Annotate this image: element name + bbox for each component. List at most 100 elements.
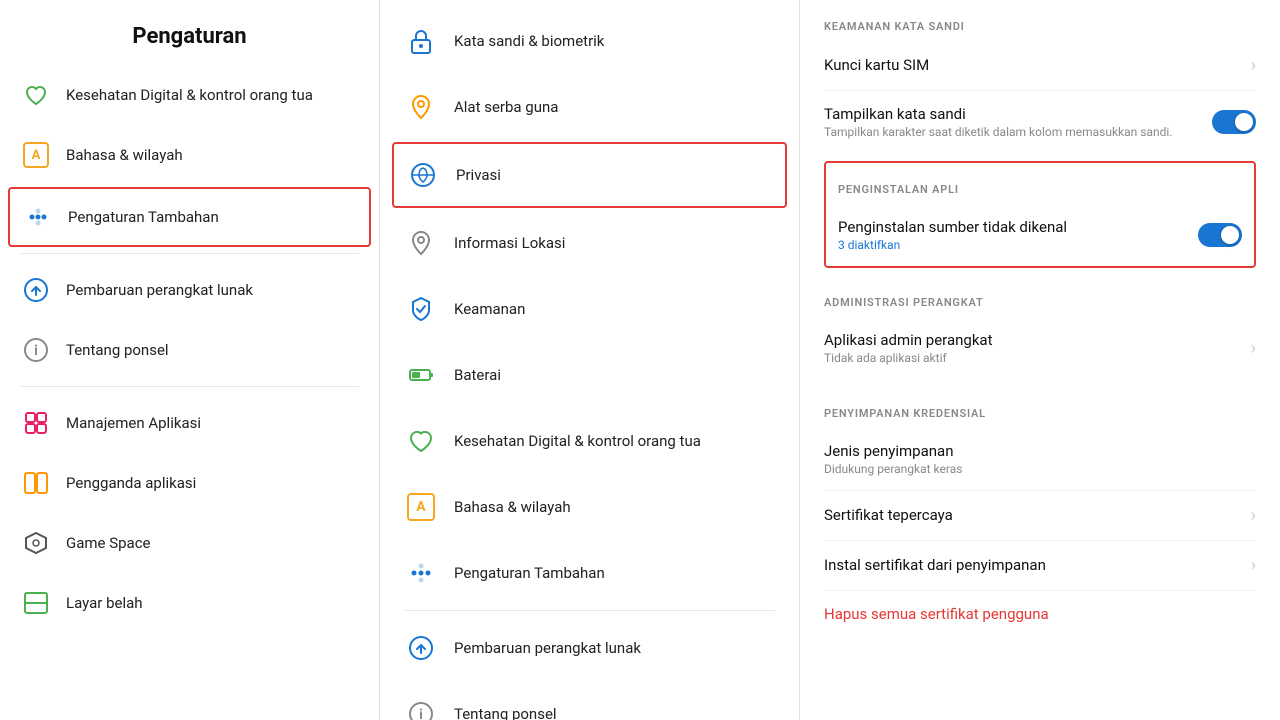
mid-item-baterai[interactable]: Baterai bbox=[380, 342, 799, 408]
heart2-icon bbox=[404, 424, 438, 458]
mid-label-digital-health2: Kesehatan Digital & kontrol orang tua bbox=[454, 432, 701, 450]
arrow-up-icon bbox=[20, 274, 52, 306]
sidebar-item-dual-app[interactable]: Pengganda aplikasi bbox=[0, 453, 379, 513]
mid-item-privasi[interactable]: Privasi bbox=[392, 142, 787, 208]
section-keamanan-kata-sandi: KEAMANAN KATA SANDI Kunci kartu SIM › Ta… bbox=[824, 0, 1256, 153]
right-item-hapus-sertifikat[interactable]: Hapus semua sertifikat pengguna bbox=[824, 591, 1256, 639]
mid-label-privasi: Privasi bbox=[456, 166, 501, 184]
grid-icon bbox=[20, 407, 52, 439]
right-column: KEAMANAN KATA SANDI Kunci kartu SIM › Ta… bbox=[800, 0, 1280, 720]
sidebar-label-extra-settings: Pengaturan Tambahan bbox=[68, 208, 219, 226]
right-item-sumber-tidak-dikenal[interactable]: Penginstalan sumber tidak dikenal 3 diak… bbox=[838, 204, 1242, 266]
chevron-right-icon: › bbox=[1251, 55, 1256, 76]
shield-icon bbox=[404, 292, 438, 326]
section-header-penyimpanan: PENYIMPANAN KREDENSIAL bbox=[824, 387, 1256, 428]
mid-item-extra2[interactable]: Pengaturan Tambahan bbox=[380, 540, 799, 606]
mid-column: Kata sandi & biometrik Alat serba guna P… bbox=[380, 0, 800, 720]
svg-text:i: i bbox=[419, 707, 423, 720]
sidebar-item-game-space[interactable]: Game Space bbox=[0, 513, 379, 573]
right-item-sertifikat-tepercaya[interactable]: Sertifikat tepercaya › bbox=[824, 491, 1256, 541]
sidebar-label-digital-health: Kesehatan Digital & kontrol orang tua bbox=[66, 86, 313, 104]
battery-icon bbox=[404, 358, 438, 392]
sidebar-label-split-screen: Layar belah bbox=[66, 594, 143, 612]
page-title: Pengaturan bbox=[0, 0, 379, 65]
info-icon: i bbox=[20, 334, 52, 366]
section-penyimpanan-kredensial: PENYIMPANAN KREDENSIAL Jenis penyimpanan… bbox=[824, 387, 1256, 639]
mid-label-kata-sandi: Kata sandi & biometrik bbox=[454, 32, 604, 50]
heart-icon bbox=[20, 79, 52, 111]
mid-divider-1 bbox=[404, 610, 775, 611]
dual-icon bbox=[20, 467, 52, 499]
divider-1 bbox=[20, 253, 359, 254]
mid-label-keamanan: Keamanan bbox=[454, 300, 525, 318]
split-icon bbox=[20, 587, 52, 619]
dots-icon bbox=[22, 201, 54, 233]
sertifikat-tepercaya-title: Sertifikat tepercaya bbox=[824, 506, 953, 524]
tampilkan-sandi-toggle[interactable] bbox=[1212, 110, 1256, 134]
jenis-penyimpanan-sub: Didukung perangkat keras bbox=[824, 462, 962, 476]
privacy-icon bbox=[406, 158, 440, 192]
sidebar-label-dual-app: Pengganda aplikasi bbox=[66, 474, 196, 492]
mid-item-lokasi[interactable]: Informasi Lokasi bbox=[380, 210, 799, 276]
tampilkan-sandi-sub: Tampilkan karakter saat diketik dalam ko… bbox=[824, 125, 1172, 139]
left-column: Pengaturan Kesehatan Digital & kontrol o… bbox=[0, 0, 380, 720]
mid-item-kata-sandi[interactable]: Kata sandi & biometrik bbox=[380, 8, 799, 74]
game-icon bbox=[20, 527, 52, 559]
chevron-right-icon-2: › bbox=[1251, 338, 1256, 359]
kunci-sim-title: Kunci kartu SIM bbox=[824, 56, 929, 74]
mid-label-language2: Bahasa & wilayah bbox=[454, 498, 571, 516]
info2-icon: i bbox=[404, 697, 438, 720]
sumber-tidak-dikenal-title: Penginstalan sumber tidak dikenal bbox=[838, 218, 1067, 236]
section-penginstalan-apli: PENGINSTALAN APLI Penginstalan sumber ti… bbox=[824, 161, 1256, 268]
section-header-keamanan: KEAMANAN KATA SANDI bbox=[824, 0, 1256, 41]
sidebar-item-digital-health[interactable]: Kesehatan Digital & kontrol orang tua bbox=[0, 65, 379, 125]
sidebar-label-app-management: Manajemen Aplikasi bbox=[66, 414, 201, 432]
sidebar-item-app-management[interactable]: Manajemen Aplikasi bbox=[0, 393, 379, 453]
sidebar-item-split-screen[interactable]: Layar belah bbox=[0, 573, 379, 633]
right-item-jenis-penyimpanan[interactable]: Jenis penyimpanan Didukung perangkat ker… bbox=[824, 428, 1256, 491]
mid-label-lokasi: Informasi Lokasi bbox=[454, 234, 565, 252]
mid-item-keamanan[interactable]: Keamanan bbox=[380, 276, 799, 342]
mid-item-language2[interactable]: A Bahasa & wilayah bbox=[380, 474, 799, 540]
section-header-penginstalan: PENGINSTALAN APLI bbox=[838, 163, 1242, 204]
mid-item-about2[interactable]: i Tentang ponsel bbox=[380, 681, 799, 720]
mid-label-about2: Tentang ponsel bbox=[454, 705, 557, 720]
sidebar-label-about: Tentang ponsel bbox=[66, 341, 169, 359]
sidebar-item-extra-settings[interactable]: Pengaturan Tambahan bbox=[8, 187, 371, 247]
lock-icon bbox=[404, 24, 438, 58]
sidebar-item-about[interactable]: i Tentang ponsel bbox=[0, 320, 379, 380]
mid-item-digital-health2[interactable]: Kesehatan Digital & kontrol orang tua bbox=[380, 408, 799, 474]
right-item-tampilkan-sandi[interactable]: Tampilkan kata sandi Tampilkan karakter … bbox=[824, 91, 1256, 153]
sidebar-label-language: Bahasa & wilayah bbox=[66, 146, 183, 164]
mid-label-baterai: Baterai bbox=[454, 366, 501, 384]
mid-item-alat-serba[interactable]: Alat serba guna bbox=[380, 74, 799, 140]
language2-icon: A bbox=[404, 490, 438, 524]
mid-item-software2[interactable]: Pembaruan perangkat lunak bbox=[380, 615, 799, 681]
sidebar-item-software-update[interactable]: Pembaruan perangkat lunak bbox=[0, 260, 379, 320]
sumber-tidak-dikenal-toggle[interactable] bbox=[1198, 223, 1242, 247]
svg-text:i: i bbox=[34, 343, 38, 359]
location-orange-icon bbox=[404, 90, 438, 124]
location-icon bbox=[404, 226, 438, 260]
sidebar-label-software-update: Pembaruan perangkat lunak bbox=[66, 281, 253, 299]
sidebar-item-language[interactable]: A Bahasa & wilayah bbox=[0, 125, 379, 185]
right-item-admin-app[interactable]: Aplikasi admin perangkat Tidak ada aplik… bbox=[824, 317, 1256, 379]
mid-label-software2: Pembaruan perangkat lunak bbox=[454, 639, 641, 657]
admin-app-sub: Tidak ada aplikasi aktif bbox=[824, 351, 993, 365]
arrow-up2-icon bbox=[404, 631, 438, 665]
section-header-administrasi: ADMINISTRASI PERANGKAT bbox=[824, 276, 1256, 317]
hapus-sertifikat-title: Hapus semua sertifikat pengguna bbox=[824, 605, 1049, 623]
mid-label-extra2: Pengaturan Tambahan bbox=[454, 564, 605, 582]
divider-2 bbox=[20, 386, 359, 387]
instal-sertifikat-title: Instal sertifikat dari penyimpanan bbox=[824, 556, 1046, 574]
tampilkan-sandi-title: Tampilkan kata sandi bbox=[824, 105, 1172, 123]
sumber-tidak-dikenal-sub: 3 diaktifkan bbox=[838, 238, 1067, 252]
admin-app-title: Aplikasi admin perangkat bbox=[824, 331, 993, 349]
section-administrasi: ADMINISTRASI PERANGKAT Aplikasi admin pe… bbox=[824, 276, 1256, 379]
language-icon: A bbox=[20, 139, 52, 171]
dots2-icon bbox=[404, 556, 438, 590]
jenis-penyimpanan-title: Jenis penyimpanan bbox=[824, 442, 962, 460]
right-item-kunci-sim[interactable]: Kunci kartu SIM › bbox=[824, 41, 1256, 91]
right-item-instal-sertifikat[interactable]: Instal sertifikat dari penyimpanan › bbox=[824, 541, 1256, 591]
chevron-right-icon-4: › bbox=[1251, 555, 1256, 576]
